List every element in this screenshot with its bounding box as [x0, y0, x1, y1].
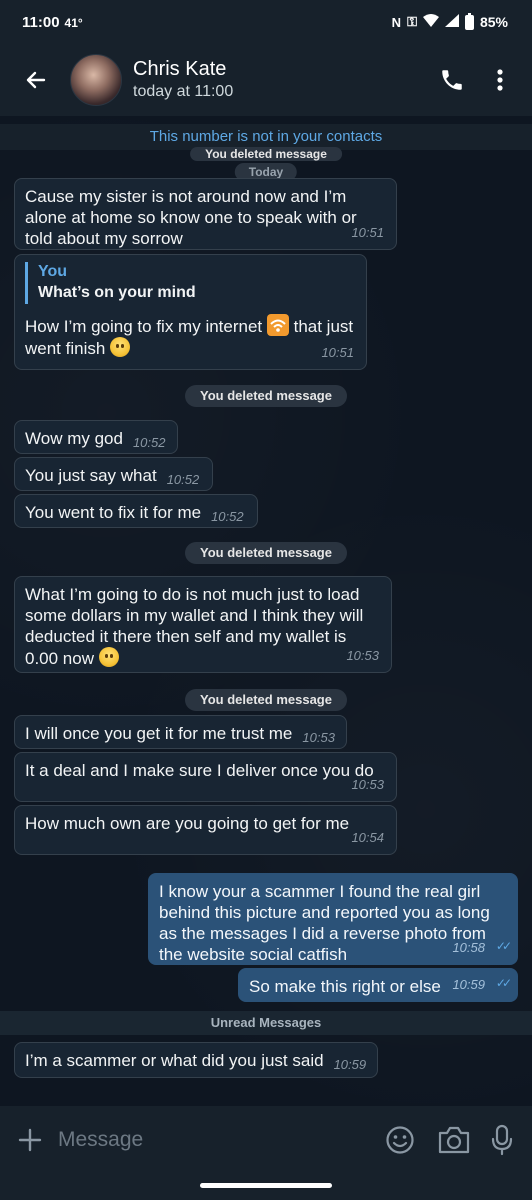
emoji-button[interactable]	[376, 1114, 424, 1166]
message-bubble[interactable]: You just say what 10:52	[14, 457, 213, 491]
outgoing-message-bubble[interactable]: So make this right or else 10:59 ✓✓	[238, 968, 518, 1002]
microphone-icon	[491, 1124, 513, 1156]
status-bar: 11:00 41° N ⚿ 85%	[0, 0, 532, 44]
plus-icon	[18, 1128, 42, 1152]
message-composer	[0, 1106, 532, 1174]
phone-icon	[442, 70, 462, 90]
message-bubble[interactable]: You went to fix it for me 10:52	[14, 494, 258, 528]
nfc-icon: N	[391, 14, 402, 30]
battery-icon	[464, 12, 474, 30]
message-time: 10:54	[351, 830, 384, 845]
smiley-icon	[386, 1126, 414, 1154]
message-text: How much own are you going to get for me	[25, 814, 350, 833]
message-text: It a deal and I make sure I deliver once…	[25, 761, 374, 780]
contact-info[interactable]: Chris Kate today at 11:00	[133, 57, 428, 103]
contact-name: Chris Kate	[133, 58, 227, 80]
more-vertical-icon	[497, 69, 503, 91]
status-time: 11:00	[22, 13, 60, 31]
message-bubble[interactable]: Wow my god 10:52	[14, 420, 178, 454]
attach-button[interactable]	[4, 1114, 56, 1166]
arrow-left-icon	[26, 71, 46, 89]
message-text: I will once you get it for me trust me	[25, 724, 293, 743]
message-time: 10:53	[346, 648, 379, 663]
message-input[interactable]	[58, 1128, 376, 1152]
message-bubble[interactable]: Cause my sister is not around now and I’…	[14, 178, 397, 250]
back-button[interactable]	[8, 52, 64, 108]
message-time: 10:59	[333, 1057, 367, 1072]
chat-header: Chris Kate today at 11:00	[0, 44, 532, 116]
avatar[interactable]	[70, 54, 122, 106]
reply-quote[interactable]: You What’s on your mind	[25, 262, 356, 304]
message-time: 10:53	[351, 777, 384, 792]
more-options-button[interactable]	[476, 56, 524, 104]
reply-quoted-text: What’s on your mind	[38, 284, 196, 301]
wifi-icon	[422, 14, 439, 30]
pleading-face-emoji-icon	[98, 647, 119, 667]
message-bubble[interactable]: I’m a scammer or what did you just said 1…	[14, 1042, 378, 1078]
voice-message-button[interactable]	[478, 1114, 526, 1166]
signal-icon	[444, 14, 459, 30]
message-time: 10:52	[132, 435, 166, 450]
message-text: You went to fix it for me	[25, 503, 202, 522]
unread-messages-divider: Unread Messages	[0, 1011, 532, 1035]
service-message: You deleted message	[185, 689, 347, 711]
pleading-face-emoji-icon	[110, 337, 131, 357]
message-time: 10:53	[302, 730, 335, 745]
camera-button[interactable]	[430, 1114, 478, 1166]
vpn-key-icon: ⚿	[407, 14, 417, 29]
message-bubble[interactable]: I will once you get it for me trust me 10…	[14, 715, 347, 749]
message-time: 10:51	[351, 225, 384, 240]
message-time: 10:58	[452, 940, 485, 955]
message-text: What I’m going to do is not much just to…	[25, 585, 364, 668]
message-bubble[interactable]: It a deal and I make sure I deliver once…	[14, 752, 397, 802]
message-time: 10:52	[166, 472, 200, 487]
reply-author: You	[38, 263, 68, 280]
message-text: So make this right or else	[249, 977, 441, 996]
message-time: 10:52	[211, 509, 244, 524]
home-gesture-handle[interactable]	[200, 1183, 332, 1188]
outgoing-message-bubble[interactable]: I know your a scammer I found the real g…	[148, 873, 518, 965]
status-temperature: 41°	[64, 15, 83, 30]
camera-icon	[438, 1126, 470, 1154]
last-seen: today at 11:00	[133, 83, 234, 100]
reply-message-bubble[interactable]: You What’s on your mind How I’m going to…	[14, 254, 367, 370]
message-text: Cause my sister is not around now and I’…	[25, 187, 357, 248]
message-time: 10:51	[321, 345, 354, 360]
service-message: You deleted message	[185, 385, 347, 407]
message-bubble[interactable]: How much own are you going to get for me…	[14, 805, 397, 855]
call-button[interactable]	[428, 56, 476, 104]
wifi-emoji-icon	[266, 314, 289, 336]
message-text: Wow my god	[25, 429, 123, 448]
message-time: 10:59	[452, 977, 485, 992]
message-text: How I’m going to fix my internet that ju…	[25, 314, 353, 358]
read-checkmarks-icon: ✓✓	[495, 976, 512, 990]
message-text: You just say what	[25, 466, 157, 485]
system-navigation-bar	[0, 1174, 532, 1200]
message-bubble[interactable]: What I’m going to do is not much just to…	[14, 576, 392, 673]
message-text: I’m a scammer or what did you just said	[25, 1051, 324, 1070]
battery-level: 85%	[479, 14, 508, 30]
service-message: You deleted message	[190, 147, 342, 161]
service-message: You deleted message	[185, 542, 347, 564]
read-checkmarks-icon: ✓✓	[495, 939, 512, 953]
